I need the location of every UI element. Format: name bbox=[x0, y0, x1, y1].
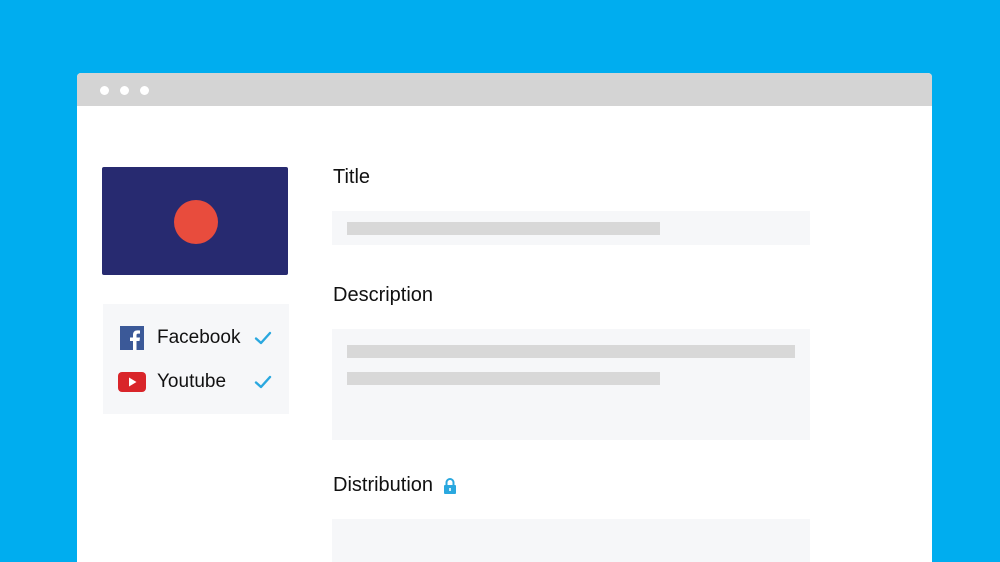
title-label: Title bbox=[333, 166, 371, 188]
distribution-label: Distribution bbox=[333, 474, 434, 496]
window-control-dot[interactable] bbox=[120, 86, 129, 95]
browser-window: Facebook Youtube Title Description Distr… bbox=[77, 73, 932, 562]
facebook-icon bbox=[118, 326, 146, 350]
placeholder-line bbox=[347, 345, 795, 358]
platform-item-facebook[interactable]: Facebook bbox=[118, 324, 278, 352]
distribution-label-row: Distribution bbox=[333, 474, 457, 497]
distribution-field[interactable] bbox=[332, 519, 810, 562]
platform-label: Facebook bbox=[157, 327, 241, 348]
title-input[interactable] bbox=[332, 211, 810, 245]
record-dot-icon bbox=[174, 200, 218, 244]
platform-item-youtube[interactable]: Youtube bbox=[118, 368, 278, 396]
placeholder-line bbox=[347, 372, 660, 385]
window-titlebar bbox=[77, 73, 932, 106]
platform-list: Facebook Youtube bbox=[103, 304, 289, 414]
description-textarea[interactable] bbox=[332, 329, 810, 440]
video-thumbnail[interactable] bbox=[102, 167, 288, 275]
check-icon bbox=[254, 331, 272, 345]
lock-icon bbox=[444, 477, 457, 494]
check-icon bbox=[254, 375, 272, 389]
placeholder-line bbox=[347, 222, 660, 235]
youtube-icon bbox=[118, 370, 146, 394]
window-control-dot[interactable] bbox=[140, 86, 149, 95]
platform-label: Youtube bbox=[157, 371, 227, 392]
description-label: Description bbox=[333, 284, 434, 306]
window-control-dot[interactable] bbox=[100, 86, 109, 95]
